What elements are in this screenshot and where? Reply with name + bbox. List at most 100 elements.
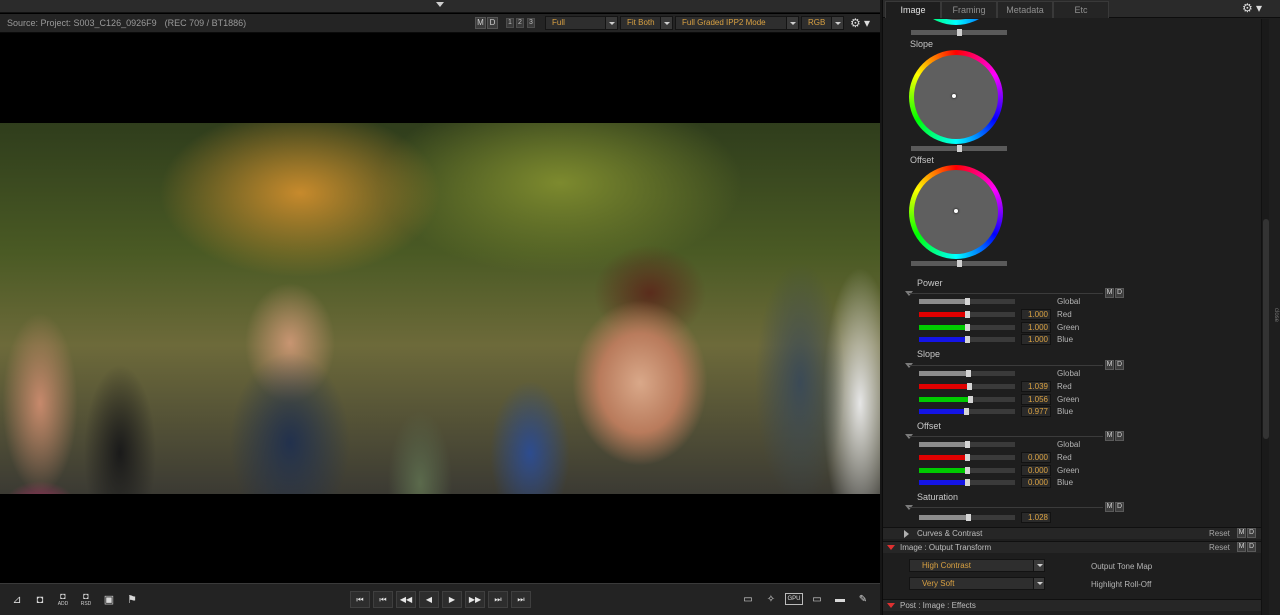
slider-knob[interactable]: [966, 370, 971, 377]
tab-etc[interactable]: Etc: [1053, 1, 1109, 18]
offset-d-button[interactable]: D: [1115, 431, 1124, 441]
layout-1-button[interactable]: 1: [506, 18, 514, 28]
tab-framing[interactable]: Framing: [941, 1, 997, 18]
layout-3-button[interactable]: 3: [527, 18, 535, 28]
tab-metadata[interactable]: Metadata: [997, 1, 1053, 18]
side-handle[interactable]: close: [1269, 300, 1279, 330]
slider-knob[interactable]: [965, 467, 970, 474]
panel-scrollbar[interactable]: [1261, 19, 1269, 615]
slider-knob[interactable]: [965, 336, 970, 343]
rewind-button[interactable]: ◀◀: [396, 591, 416, 608]
section-output-transform[interactable]: Image : Output Transform Reset M D: [883, 541, 1263, 553]
slope-red-slider[interactable]: [919, 383, 1015, 390]
offset-global-slider[interactable]: [919, 441, 1015, 448]
slider-knob[interactable]: [965, 298, 970, 305]
power-m-button[interactable]: M: [1105, 288, 1114, 298]
slope-global-slider[interactable]: [919, 370, 1015, 377]
lift-color-wheel[interactable]: [909, 19, 1003, 25]
slider-knob[interactable]: [965, 441, 970, 448]
slope-blue-slider[interactable]: [919, 408, 1015, 415]
offset-red-slider[interactable]: [919, 454, 1015, 461]
slope-wheel-slider[interactable]: [911, 145, 1007, 152]
power-green-slider[interactable]: [919, 324, 1015, 331]
power-green-value[interactable]: 1.000: [1021, 322, 1051, 333]
power-red-value[interactable]: 1.000: [1021, 309, 1051, 320]
previous-clip-button[interactable]: ⏮: [373, 591, 393, 608]
output-reset-button[interactable]: Reset: [1209, 543, 1230, 552]
slider-knob[interactable]: [957, 29, 962, 36]
offset-wheel-dot[interactable]: [954, 209, 958, 213]
slider-knob[interactable]: [968, 396, 973, 403]
collapse-triangle-icon[interactable]: [887, 545, 895, 550]
saturation-d-button[interactable]: D: [1115, 502, 1124, 512]
slope-m-button[interactable]: M: [1105, 360, 1114, 370]
slider-knob[interactable]: [957, 260, 962, 267]
slope-d-button[interactable]: D: [1115, 360, 1124, 370]
slope-red-value[interactable]: 1.039: [1021, 381, 1051, 392]
annotate-icon[interactable]: ✎: [854, 592, 872, 607]
d-button[interactable]: D: [487, 17, 498, 29]
quality-dropdown[interactable]: Full: [545, 16, 618, 30]
channel-dropdown[interactable]: RGB: [801, 16, 844, 30]
gpu-icon[interactable]: GPU: [785, 593, 803, 605]
go-to-end-button[interactable]: ⏭: [511, 591, 531, 608]
mode-dropdown[interactable]: Full Graded IPP2 Mode: [675, 16, 799, 30]
power-blue-slider[interactable]: [919, 336, 1015, 343]
lift-wheel-slider[interactable]: [911, 29, 1007, 36]
magic-wand-icon[interactable]: ✧: [762, 592, 780, 607]
power-blue-value[interactable]: 1.000: [1021, 334, 1051, 345]
slider-knob[interactable]: [966, 514, 971, 521]
power-d-button[interactable]: D: [1115, 288, 1124, 298]
tab-image[interactable]: Image: [885, 1, 941, 18]
monitor-icon[interactable]: ▭: [739, 592, 757, 607]
offset-blue-value[interactable]: 0.000: [1021, 477, 1051, 488]
camera-icon[interactable]: ◘: [31, 592, 49, 608]
power-global-slider[interactable]: [919, 298, 1015, 305]
section-post-effects[interactable]: Post : Image : Effects: [883, 599, 1263, 611]
highlight-rolloff-dropdown[interactable]: Very Soft: [909, 577, 1045, 590]
power-red-slider[interactable]: [919, 311, 1015, 318]
expand-triangle-icon[interactable]: [904, 530, 909, 538]
collapse-triangle-icon[interactable]: [887, 603, 895, 608]
saturation-value-value[interactable]: 1.028: [1021, 512, 1051, 523]
offset-red-value[interactable]: 0.000: [1021, 452, 1051, 463]
layout-2-button[interactable]: 2: [516, 18, 524, 28]
slider-knob[interactable]: [965, 454, 970, 461]
curves-d-button[interactable]: D: [1247, 528, 1256, 538]
offset-m-button[interactable]: M: [1105, 431, 1114, 441]
m-button[interactable]: M: [475, 17, 486, 29]
clip-icon[interactable]: ⊿: [8, 592, 26, 608]
export-frame-icon[interactable]: ▣: [100, 592, 118, 608]
section-curves-contrast[interactable]: Curves & Contrast Reset M D: [883, 527, 1263, 539]
collapse-arrow-icon[interactable]: [436, 2, 444, 7]
overlay-icon[interactable]: ▭: [808, 592, 826, 607]
slope-blue-value[interactable]: 0.977: [1021, 406, 1051, 417]
fast-forward-button[interactable]: ▶▶: [465, 591, 485, 608]
safe-area-icon[interactable]: ▬: [831, 592, 849, 607]
gear-icon[interactable]: ⚙ ▾: [846, 16, 874, 31]
offset-green-slider[interactable]: [919, 467, 1015, 474]
slider-knob[interactable]: [964, 408, 969, 415]
gear-icon[interactable]: ⚙ ▾: [1239, 2, 1265, 16]
slope-color-wheel[interactable]: [909, 50, 1003, 144]
slope-green-value[interactable]: 1.056: [1021, 394, 1051, 405]
image-settings-scroll[interactable]: Slope Offset Power M D Slope M D Offset …: [883, 19, 1263, 524]
slider-knob[interactable]: [957, 145, 962, 152]
add-still-icon[interactable]: ◘ ADD: [54, 592, 72, 608]
slider-knob[interactable]: [967, 383, 972, 390]
output-d-button[interactable]: D: [1247, 542, 1256, 552]
fit-dropdown[interactable]: Fit Both: [620, 16, 673, 30]
next-clip-button[interactable]: ⏭: [488, 591, 508, 608]
go-to-start-button[interactable]: ⏮: [350, 591, 370, 608]
slider-knob[interactable]: [965, 311, 970, 318]
slider-knob[interactable]: [965, 324, 970, 331]
output-tone-map-dropdown[interactable]: High Contrast: [909, 559, 1045, 572]
rsd-icon[interactable]: ◘ RSD: [77, 592, 95, 608]
curves-m-button[interactable]: M: [1237, 528, 1246, 538]
curves-reset-button[interactable]: Reset: [1209, 529, 1230, 538]
output-m-button[interactable]: M: [1237, 542, 1246, 552]
slider-knob[interactable]: [965, 479, 970, 486]
offset-wheel-slider[interactable]: [911, 260, 1007, 267]
step-back-button[interactable]: ◀: [419, 591, 439, 608]
flag-icon[interactable]: ⚑: [123, 592, 141, 608]
